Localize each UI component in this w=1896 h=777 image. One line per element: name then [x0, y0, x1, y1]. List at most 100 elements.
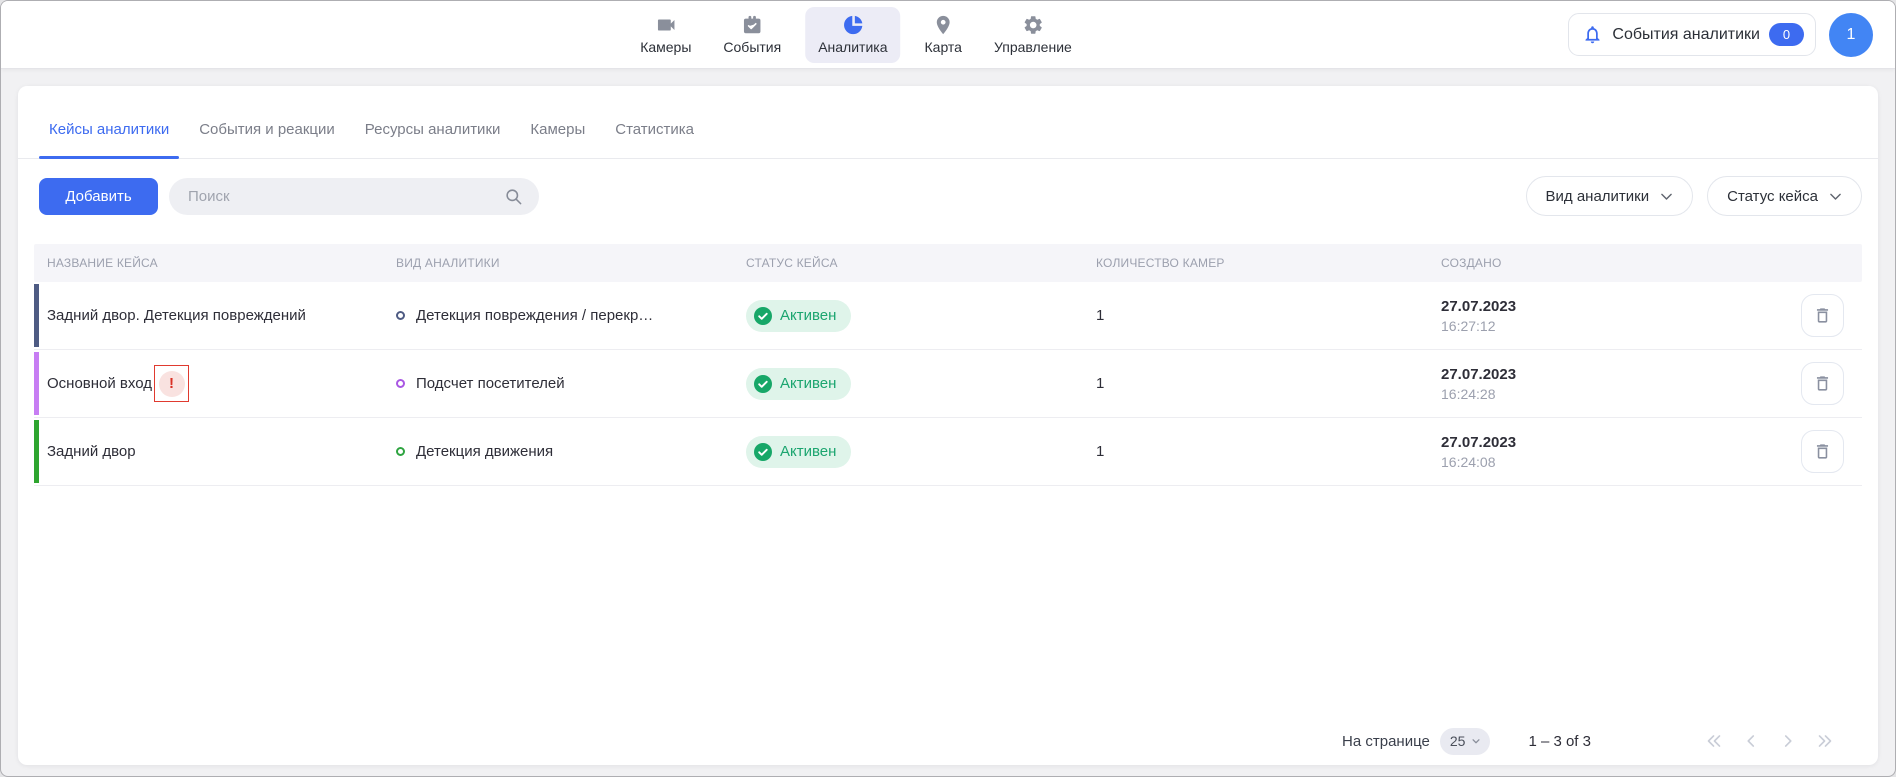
nav-item-cameras[interactable]: Камеры: [632, 7, 699, 63]
delete-button[interactable]: [1801, 430, 1844, 473]
search-field: [169, 178, 539, 215]
analytics-type-icon: [396, 379, 405, 388]
camera-icon: [655, 14, 677, 36]
trash-icon: [1813, 442, 1832, 461]
app-window: Камеры События Аналитика Карта Управлени…: [0, 0, 1896, 777]
bell-icon: [1582, 24, 1603, 45]
check-circle-icon: [754, 443, 772, 461]
table-row[interactable]: Основной вход ! Подсчет посетителей Акти…: [34, 350, 1862, 418]
chevron-down-icon: [1658, 188, 1675, 205]
camera-count: 1: [1096, 307, 1441, 324]
chevron-down-icon: [1469, 734, 1483, 748]
per-page-value: 25: [1450, 733, 1466, 749]
case-name: Основной вход: [47, 375, 152, 392]
row-color-bar: [34, 420, 39, 483]
column-header-case-name: НАЗВАНИЕ КЕЙСА: [47, 256, 396, 270]
column-header-created: СОЗДАНО: [1441, 256, 1789, 270]
search-input[interactable]: [169, 178, 539, 215]
nav-item-analytics[interactable]: Аналитика: [805, 7, 900, 63]
toolbar: Добавить Вид аналитики Статус кейса: [34, 176, 1862, 216]
status-label: Активен: [780, 375, 836, 392]
nav-label: Аналитика: [818, 39, 887, 55]
events-count-badge: 0: [1769, 23, 1804, 46]
trash-icon: [1813, 306, 1832, 325]
created-time: 16:27:12: [1441, 318, 1789, 334]
search-icon: [504, 187, 523, 206]
nav-item-map[interactable]: Карта: [917, 7, 970, 63]
column-header-case-status: СТАТУС КЕЙСА: [746, 256, 1096, 270]
warning-icon: !: [159, 371, 185, 397]
created-date: 27.07.2023: [1441, 434, 1789, 451]
table-row[interactable]: Задний двор ! Детекция движения Активен …: [34, 418, 1862, 486]
pagination-prev-button[interactable]: [1740, 730, 1762, 752]
row-color-bar: [34, 284, 39, 347]
chevron-left-icon: [1740, 730, 1762, 752]
check-circle-icon: [754, 307, 772, 325]
gear-icon: [1022, 14, 1044, 36]
events-icon: [741, 14, 763, 36]
filter-analytics-type[interactable]: Вид аналитики: [1526, 176, 1694, 216]
user-avatar[interactable]: 1: [1829, 13, 1873, 57]
filter-case-status[interactable]: Статус кейса: [1707, 176, 1862, 216]
top-bar-right: События аналитики 0 1: [1568, 1, 1873, 68]
map-pin-icon: [932, 14, 954, 36]
check-circle-icon: [754, 375, 772, 393]
analytics-type-label: Детекция повреждения / перекр…: [416, 307, 653, 324]
analytics-type-label: Подсчет посетителей: [416, 375, 565, 392]
created-time: 16:24:08: [1441, 454, 1789, 470]
double-chevron-right-icon: [1814, 730, 1836, 752]
nav-label: События: [723, 39, 781, 55]
filter-label: Вид аналитики: [1546, 188, 1650, 205]
pagination-range: 1 – 3 of 3: [1528, 733, 1591, 750]
chevron-right-icon: [1777, 730, 1799, 752]
tab-events-reactions[interactable]: События и реакции: [199, 100, 335, 158]
pagination-last-button[interactable]: [1814, 730, 1836, 752]
table-row[interactable]: Задний двор. Детекция повреждений ! Дете…: [34, 282, 1862, 350]
delete-button[interactable]: [1801, 294, 1844, 337]
content-card: Кейсы аналитики События и реакции Ресурс…: [18, 86, 1878, 765]
main-navigation: Камеры События Аналитика Карта Управлени…: [632, 1, 1080, 68]
status-badge: Активен: [746, 368, 851, 400]
nav-item-management[interactable]: Управление: [986, 7, 1080, 63]
camera-count: 1: [1096, 443, 1441, 460]
tab-statistics[interactable]: Статистика: [615, 100, 694, 158]
pagination-first-button[interactable]: [1703, 730, 1725, 752]
top-bar: Камеры События Аналитика Карта Управлени…: [1, 1, 1895, 69]
pager-arrows: [1703, 730, 1836, 752]
tab-analytics-resources[interactable]: Ресурсы аналитики: [365, 100, 501, 158]
analytics-type-icon: [396, 311, 405, 320]
nav-label: Камеры: [640, 39, 691, 55]
created-time: 16:24:28: [1441, 386, 1789, 402]
analytics-pie-icon: [842, 14, 864, 36]
events-button-label: События аналитики: [1612, 26, 1760, 44]
status-badge: Активен: [746, 436, 851, 468]
analytics-type-icon: [396, 447, 405, 456]
analytics-type-label: Детекция движения: [416, 443, 553, 460]
status-label: Активен: [780, 307, 836, 324]
add-button[interactable]: Добавить: [39, 178, 158, 215]
created-date: 27.07.2023: [1441, 366, 1789, 383]
filter-label: Статус кейса: [1727, 188, 1818, 205]
nav-label: Карта: [925, 39, 962, 55]
per-page-select[interactable]: 25: [1440, 728, 1491, 755]
tab-cameras[interactable]: Камеры: [530, 100, 585, 158]
tab-analytics-cases[interactable]: Кейсы аналитики: [49, 100, 169, 158]
analytics-events-button[interactable]: События аналитики 0: [1568, 13, 1816, 56]
per-page-label: На странице: [1342, 733, 1430, 750]
row-color-bar: [34, 352, 39, 415]
cases-table: НАЗВАНИЕ КЕЙСА ВИД АНАЛИТИКИ СТАТУС КЕЙС…: [34, 244, 1862, 486]
nav-item-events[interactable]: События: [715, 7, 789, 63]
status-label: Активен: [780, 443, 836, 460]
double-chevron-left-icon: [1703, 730, 1725, 752]
trash-icon: [1813, 374, 1832, 393]
status-badge: Активен: [746, 300, 851, 332]
pagination-bar: На странице 25 1 – 3 of 3: [18, 717, 1878, 765]
camera-count: 1: [1096, 375, 1441, 392]
chevron-down-icon: [1827, 188, 1844, 205]
created-date: 27.07.2023: [1441, 298, 1789, 315]
pagination-next-button[interactable]: [1777, 730, 1799, 752]
delete-button[interactable]: [1801, 362, 1844, 405]
column-header-analytics-type: ВИД АНАЛИТИКИ: [396, 256, 746, 270]
case-name: Задний двор. Детекция повреждений: [47, 307, 306, 324]
table-header: НАЗВАНИЕ КЕЙСА ВИД АНАЛИТИКИ СТАТУС КЕЙС…: [34, 244, 1862, 282]
